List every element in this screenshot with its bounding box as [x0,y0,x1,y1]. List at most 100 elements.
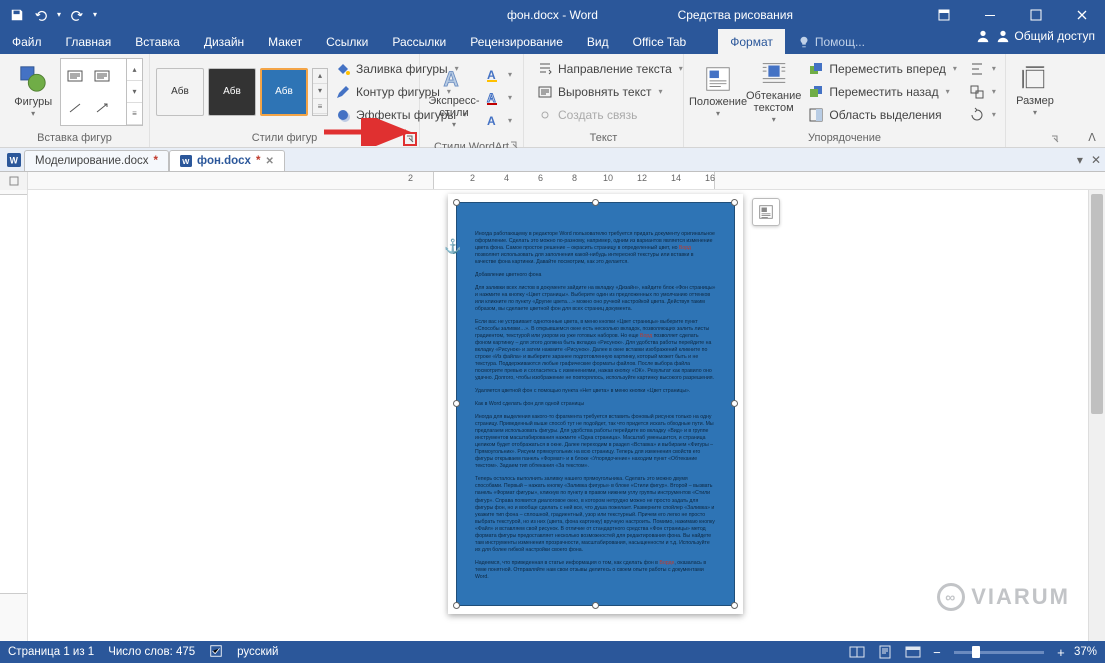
tab-list-button[interactable]: ▾ [1077,153,1083,167]
ruler-corner[interactable] [0,172,28,190]
shape-style-gallery: Абв Абв Абв ▴▾≡ [156,68,328,116]
dirty-indicator: * [256,155,260,167]
language-indicator[interactable]: русский [237,646,278,658]
style-preset-2[interactable]: Абв [208,68,256,116]
zoom-out-button[interactable]: − [930,645,944,660]
status-bar: Страница 1 из 1 Число слов: 475 русский … [0,641,1105,663]
shape-gallery-scroll[interactable]: ▴▾≡ [126,59,142,125]
ribbon: Фигуры ▾ ▴▾≡ Вставка фигур Абв Абв Абв ▴… [0,54,1105,148]
doc-tab-1[interactable]: Моделирование.docx* [24,150,169,171]
send-backward-button[interactable]: Переместить назад▾ [805,81,960,102]
align-icon [969,61,985,77]
vertical-scrollbar[interactable] [1088,190,1105,641]
svg-text:A: A [444,68,459,91]
text-effects-button[interactable]: A▾ [482,110,515,131]
close-button[interactable] [1059,0,1105,29]
tab-home[interactable]: Главная [54,29,124,54]
style-preset-3[interactable]: Абв [260,68,308,116]
zoom-level[interactable]: 37% [1074,646,1097,658]
style-gallery-scroll[interactable]: ▴▾≡ [312,68,328,116]
group-size: Размер▾ [1006,54,1064,147]
shape-gallery[interactable]: ▴▾≡ [60,58,143,126]
title-bar: ▾ ▾ фон.docx - Word Средства рисования [0,0,1105,29]
align-text-button[interactable]: Выровнять текст▾ [534,81,686,102]
quick-access-toolbar: ▾ ▾ [0,4,100,26]
tab-format[interactable]: Формат [718,29,785,54]
create-link-button: Создать связь [534,104,686,125]
group-label-arrange: Упорядочение [684,129,1005,147]
align-button[interactable]: ▾ [966,58,999,79]
svg-text:A: A [487,91,496,105]
tab-review[interactable]: Рецензирование [458,29,575,54]
bring-forward-button[interactable]: Переместить вперед▾ [805,58,960,79]
text-fill-button[interactable]: A▾ [482,64,515,85]
print-layout-button[interactable] [874,643,896,661]
tab-file[interactable]: Файл [0,29,54,54]
read-mode-button[interactable] [846,643,868,661]
zoom-slider[interactable] [954,651,1044,654]
redo-button[interactable] [66,4,88,26]
sign-in-button[interactable] [976,29,990,43]
ribbon-tabs: Файл Главная Вставка Дизайн Макет Ссылки… [0,29,1105,54]
zoom-in-button[interactable]: + [1054,645,1068,660]
wrap-text-button[interactable]: Обтекание текстом▾ [746,57,801,127]
page-indicator[interactable]: Страница 1 из 1 [8,646,94,658]
undo-dropdown[interactable]: ▾ [54,4,64,26]
undo-button[interactable] [30,4,52,26]
scrollbar-thumb[interactable] [1091,194,1103,414]
shapes-button[interactable]: Фигуры ▾ [6,57,60,127]
watermark: ∞VIARUM [937,583,1070,611]
text-outline-button[interactable]: A▾ [482,87,515,108]
document-canvas[interactable]: Иногда работающему в редакторе Word поль… [28,190,1088,641]
vertical-ruler[interactable] [0,190,28,641]
group-label-insert-shapes: Вставка фигур [0,129,149,147]
group-button[interactable]: ▾ [966,81,999,102]
proofing-button[interactable] [209,644,223,661]
rotate-icon [969,107,985,123]
collapse-ribbon-button[interactable]: ᐱ [1083,129,1101,145]
word-count[interactable]: Число слов: 475 [108,646,195,658]
tab-references[interactable]: Ссылки [314,29,380,54]
ruler-scale[interactable]: 2 2 4 6 8 10 12 14 16 [28,172,1105,190]
share-area: Общий доступ [966,29,1105,43]
doc-tab-2[interactable]: W фон.docx* ✕ [169,150,285,171]
position-button[interactable]: Положение▾ [690,57,746,127]
tab-mailings[interactable]: Рассылки [380,29,458,54]
layout-options-button[interactable] [752,198,780,226]
tab-close-all-button[interactable]: ✕ [1091,153,1101,167]
tab-layout[interactable]: Макет [256,29,314,54]
save-button[interactable] [6,4,28,26]
svg-text:W: W [10,155,19,165]
tell-me-search[interactable]: Помощ... [785,29,877,54]
tab-design[interactable]: Дизайн [192,29,256,54]
tab-insert[interactable]: Вставка [123,29,192,54]
maximize-button[interactable] [1013,0,1059,29]
text-direction-button[interactable]: Направление текста▾ [534,58,686,79]
page: Иногда работающему в редакторе Word поль… [448,194,743,614]
tab-officetab[interactable]: Office Tab [621,29,699,54]
style-preset-1[interactable]: Абв [156,68,204,116]
send-backward-icon [808,84,824,100]
svg-text:W: W [182,157,190,166]
shape-styles-dialog-launcher[interactable] [403,132,417,146]
share-button[interactable]: Общий доступ [996,29,1095,43]
size-button[interactable]: Размер▾ [1012,57,1058,127]
pen-icon [335,84,351,100]
bring-forward-icon [808,61,824,77]
contextual-tools-label: Средства рисования [678,8,793,22]
selection-pane-button[interactable]: Область выделения [805,104,960,125]
group-icon [969,84,985,100]
close-tab-icon[interactable]: ✕ [265,156,273,167]
rotate-button[interactable]: ▾ [966,104,999,125]
text-direction-icon [537,61,553,77]
minimize-button[interactable] [967,0,1013,29]
qat-customize[interactable]: ▾ [90,4,100,26]
group-shape-styles: Абв Абв Абв ▴▾≡ Заливка фигуры▾ Контур ф… [150,54,420,147]
ribbon-display-options[interactable] [921,0,967,29]
svg-text:A: A [487,114,496,128]
selected-rectangle-shape[interactable]: Иногда работающему в редакторе Word поль… [456,202,735,606]
size-dialog-launcher[interactable] [1048,132,1062,146]
tab-view[interactable]: Вид [575,29,621,54]
quick-styles-button[interactable]: A Экспресс-стили▾ [426,63,482,133]
web-layout-button[interactable] [902,643,924,661]
